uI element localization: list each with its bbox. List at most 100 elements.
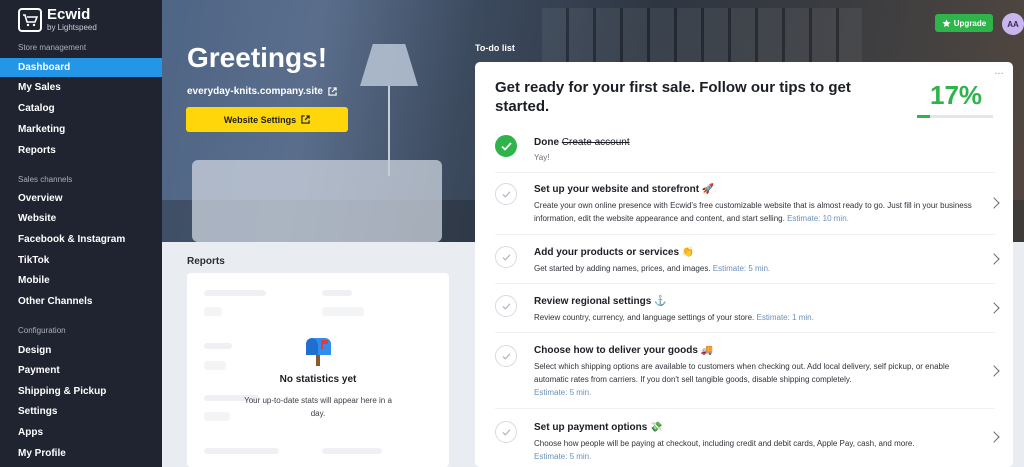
sidebar-item-apps[interactable]: Apps	[0, 423, 162, 442]
step-desc-text: Review country, currency, and language s…	[534, 313, 755, 322]
sidebar-item-reports[interactable]: Reports	[0, 141, 162, 160]
sidebar-item-mobile[interactable]: Mobile	[0, 271, 162, 290]
todo-step-regional[interactable]: Review regional settings ⚓ Review countr…	[475, 283, 1013, 332]
step-estimate: Estimate: 5 min.	[712, 264, 771, 273]
logo-name: Ecwid	[47, 6, 91, 23]
progress-percent: 17%	[930, 80, 983, 110]
ghost-value	[204, 412, 230, 421]
chevron-right-icon	[988, 431, 1000, 443]
step-title: Set up your website and storefront 🚀	[534, 184, 715, 195]
step-title-create-account: Done Create account	[534, 137, 630, 148]
todo-card: Get ready for your first sale. Follow ou…	[475, 62, 1013, 467]
logo-sub: by Lightspeed	[47, 23, 97, 32]
hero-sofa-decor	[192, 160, 442, 242]
ghost-label	[322, 290, 352, 296]
reports-title: Reports	[187, 256, 225, 267]
step-desc-text: Create your own online presence with Ecw…	[534, 201, 972, 223]
chevron-right-icon	[988, 365, 1000, 377]
external-link-icon	[301, 115, 310, 124]
sidebar-item-settings[interactable]: Settings	[0, 402, 162, 421]
sidebar-item-catalog[interactable]: Catalog	[0, 99, 162, 118]
check-icon	[495, 421, 517, 443]
ghost-label	[204, 290, 266, 296]
website-settings-label: Website Settings	[223, 114, 297, 125]
hero-lamp-pole-decor	[388, 86, 390, 176]
sidebar: Ecwid by Lightspeed Store management Das…	[0, 0, 162, 467]
ghost-label	[204, 448, 279, 454]
step-desc-text: Select which shipping options are availa…	[534, 362, 950, 384]
step-done-prefix: Done	[534, 137, 559, 148]
section-configuration: Configuration	[18, 326, 66, 335]
sidebar-item-website[interactable]: Website	[0, 209, 162, 228]
todo-heading: Get ready for your first sale. Follow ou…	[495, 79, 851, 115]
step-estimate: Estimate: 1 min.	[756, 313, 814, 322]
step-description: Choose how people will be paying at chec…	[534, 437, 984, 463]
store-url-link[interactable]: everyday-knits.company.site	[187, 86, 337, 97]
sidebar-item-overview[interactable]: Overview	[0, 189, 162, 208]
sidebar-item-tiktok[interactable]: TikTok	[0, 251, 162, 270]
sidebar-item-my-profile[interactable]: My Profile	[0, 444, 162, 463]
step-desc-text: Choose how people will be paying at chec…	[534, 439, 915, 448]
sidebar-item-facebook-instagram[interactable]: Facebook & Instagram	[0, 230, 162, 249]
avatar[interactable]: AA	[1002, 13, 1024, 35]
step-description: Select which shipping options are availa…	[534, 360, 984, 399]
section-store-management: Store management	[18, 43, 87, 52]
chevron-right-icon	[988, 253, 1000, 265]
sidebar-item-design[interactable]: Design	[0, 341, 162, 360]
done-check-icon	[495, 135, 517, 157]
section-sales-channels: Sales channels	[18, 175, 73, 184]
step-done-title: Create account	[561, 137, 630, 148]
step-title: Add your products or services 👏	[534, 247, 695, 258]
sidebar-item-marketing[interactable]: Marketing	[0, 120, 162, 139]
cart-icon	[18, 7, 42, 32]
website-settings-button[interactable]: Website Settings	[186, 107, 348, 132]
step-title: Review regional settings ⚓	[534, 296, 667, 307]
store-url-text: everyday-knits.company.site	[187, 86, 323, 97]
check-icon	[495, 295, 517, 317]
greeting-title: Greetings!	[187, 42, 328, 73]
ghost-value	[322, 307, 364, 316]
check-icon	[495, 183, 517, 205]
step-done-subtitle: Yay!	[534, 153, 550, 162]
step-estimate: Estimate: 5 min.	[534, 388, 592, 397]
ghost-value	[204, 307, 222, 316]
sidebar-item-dashboard[interactable]: Dashboard	[0, 58, 162, 77]
upgrade-button[interactable]: Upgrade	[935, 14, 993, 32]
hero-lamp-decor	[360, 44, 418, 86]
progress-bar-fill	[917, 115, 930, 118]
upgrade-label: Upgrade	[953, 18, 987, 28]
no-statistics-subtitle: Your up-to-date stats will appear here i…	[244, 396, 392, 418]
step-description: Get started by adding names, prices, and…	[534, 262, 984, 275]
sidebar-item-payment[interactable]: Payment	[0, 361, 162, 380]
ghost-value	[204, 361, 226, 370]
step-title: Set up payment options 💸	[534, 422, 663, 433]
check-icon	[495, 345, 517, 367]
no-statistics-title: No statistics yet	[279, 374, 357, 385]
chevron-right-icon	[988, 302, 1000, 314]
progress-bar	[917, 115, 993, 118]
todo-list-label: To-do list	[475, 43, 515, 53]
todo-step-payment[interactable]: Set up payment options 💸 Choose how peop…	[475, 408, 1013, 467]
star-icon	[942, 18, 951, 27]
step-estimate: Estimate: 10 min.	[787, 214, 849, 223]
reports-card: No statistics yet Your up-to-date stats …	[187, 273, 449, 467]
step-estimate: Estimate: 5 min.	[534, 452, 592, 461]
ecwid-logo[interactable]: Ecwid by Lightspeed	[18, 7, 97, 32]
mailbox-icon	[306, 338, 331, 366]
external-link-icon	[328, 87, 337, 96]
sidebar-item-shipping-pickup[interactable]: Shipping & Pickup	[0, 382, 162, 401]
todo-step-shipping[interactable]: Choose how to deliver your goods 🚚 Selec…	[475, 332, 1013, 408]
sidebar-item-my-sales[interactable]: My Sales	[0, 78, 162, 97]
ghost-label	[204, 343, 232, 349]
step-title: Choose how to deliver your goods 🚚	[534, 345, 714, 356]
todo-step-website[interactable]: Set up your website and storefront 🚀 Cre…	[475, 172, 1013, 234]
step-desc-text: Get started by adding names, prices, and…	[534, 264, 711, 273]
step-description: Create your own online presence with Ecw…	[534, 199, 984, 225]
sidebar-item-other-channels[interactable]: Other Channels	[0, 292, 162, 311]
chevron-right-icon	[988, 197, 1000, 209]
check-icon	[495, 246, 517, 268]
ghost-label	[322, 448, 382, 454]
more-options-icon[interactable]: …	[994, 66, 1005, 77]
step-description: Review country, currency, and language s…	[534, 311, 984, 324]
todo-step-products[interactable]: Add your products or services 👏 Get star…	[475, 234, 1013, 283]
